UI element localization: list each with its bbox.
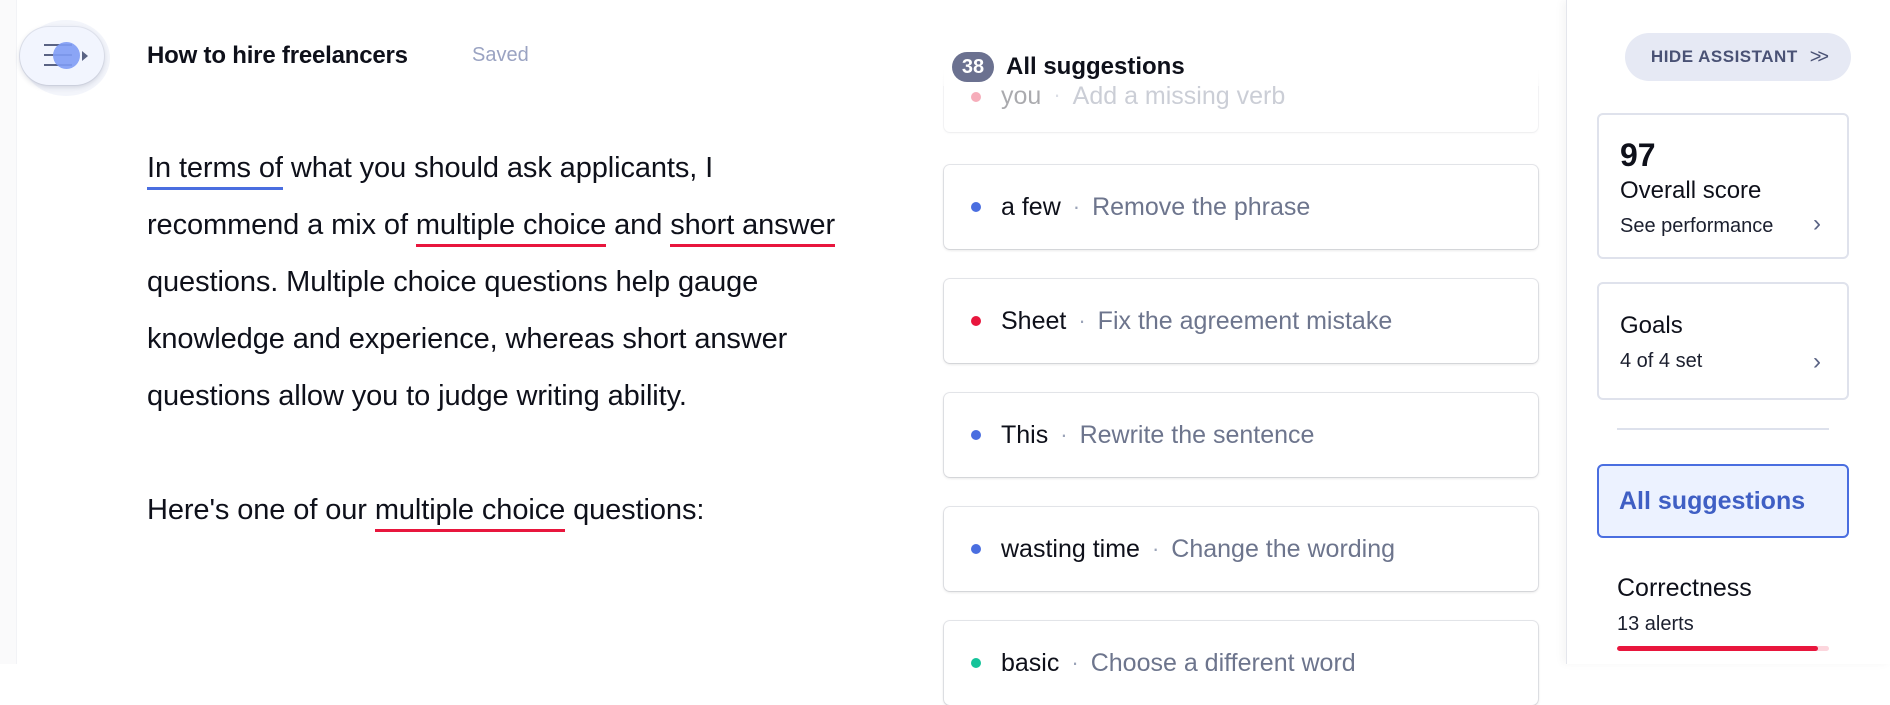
chevron-right-icon: › xyxy=(1813,210,1821,237)
suggestion-list: you · Add a missing verb a few · Remove the p… xyxy=(944,0,1540,705)
suggestion-type-dot-icon xyxy=(971,658,981,668)
suggestion-type-dot-icon xyxy=(971,430,981,440)
double-chevron-right-icon: >> xyxy=(1809,45,1829,68)
editor-paragraph[interactable]: In terms of what you should ask applican… xyxy=(147,140,867,425)
document-title[interactable]: How to hire freelancers xyxy=(147,42,408,70)
overall-score-card[interactable]: 97 Overall score See performance › xyxy=(1597,113,1849,259)
left-edge-strip xyxy=(0,0,17,664)
suggestion-word: This xyxy=(1001,420,1049,449)
suggestion-description: Add a missing verb xyxy=(1072,82,1286,110)
editor-text: questions: xyxy=(565,494,705,526)
suggestion-card[interactable]: This · Rewrite the sentence xyxy=(944,393,1538,477)
overall-score-value: 97 xyxy=(1620,137,1656,173)
suggestion-description: Change the wording xyxy=(1171,534,1396,563)
suggestion-description: Remove the phrase xyxy=(1092,192,1311,221)
suggestion-word: a few xyxy=(1001,192,1061,221)
assistant-sidebar: HIDE ASSISTANT >> 97 Overall score See p… xyxy=(1566,0,1890,664)
suggestion-word: basic xyxy=(1001,648,1060,677)
goals-label: Goals xyxy=(1620,312,1683,339)
suggestion-type-dot-icon xyxy=(971,316,981,326)
suggestion-card[interactable]: a few · Remove the phrase xyxy=(944,165,1538,249)
separator-dot: · xyxy=(1060,422,1068,447)
suggestion-word: wasting time xyxy=(1001,534,1140,563)
chevron-right-icon: › xyxy=(1813,348,1821,375)
editor-text-area[interactable]: In terms of what you should ask applican… xyxy=(147,140,867,539)
goals-card[interactable]: Goals 4 of 4 set › xyxy=(1597,282,1849,400)
sidebar-item-all-suggestions[interactable]: All suggestions xyxy=(1597,464,1849,538)
menu-arrow-icon xyxy=(82,51,88,61)
hide-assistant-label: HIDE ASSISTANT xyxy=(1650,47,1798,66)
separator-dot: · xyxy=(1078,308,1086,333)
suggestion-card[interactable]: wasting time · Change the wording xyxy=(944,507,1538,591)
overall-score-label: Overall score xyxy=(1620,177,1762,204)
separator-dot: · xyxy=(1072,194,1081,219)
see-performance-link[interactable]: See performance xyxy=(1620,215,1773,238)
hide-assistant-button[interactable]: HIDE ASSISTANT >> xyxy=(1625,33,1851,81)
menu-highlight-dot xyxy=(53,42,80,69)
correctness-highlight[interactable]: multiple choice xyxy=(374,494,565,532)
suggestion-word: Sheet xyxy=(1001,306,1067,335)
separator-dot: · xyxy=(1151,536,1160,561)
editor-text: questions. Multiple choice questions hel… xyxy=(147,266,788,412)
separator-dot: · xyxy=(1071,650,1079,675)
correctness-progress-fill xyxy=(1617,646,1819,651)
suggestions-header: 38 All suggestions xyxy=(952,52,1185,82)
suggestion-type-dot-icon xyxy=(971,202,981,212)
correctness-alert-count: 13 alerts xyxy=(1617,613,1694,635)
save-status: Saved xyxy=(472,44,529,66)
correctness-highlight[interactable]: multiple choice xyxy=(415,209,606,247)
sidebar-item-correctness[interactable]: Correctness xyxy=(1617,574,1752,603)
suggestion-card[interactable]: Sheet · Fix the agreement mistake xyxy=(944,279,1538,363)
suggestions-count-badge: 38 xyxy=(952,52,994,82)
correctness-progress-bar xyxy=(1617,646,1829,651)
suggestions-title: All suggestions xyxy=(1006,53,1185,80)
clarity-highlight[interactable]: In terms of xyxy=(147,152,283,190)
goals-status: 4 of 4 set xyxy=(1620,350,1703,372)
editor-text: and xyxy=(606,209,671,241)
correctness-highlight[interactable]: short answer xyxy=(670,209,835,247)
editor-paragraph[interactable]: Here's one of our multiple choice questi… xyxy=(147,482,867,539)
editor-text: Here's one of our xyxy=(147,494,375,526)
suggestion-type-dot-icon xyxy=(971,544,981,554)
suggestion-description: Fix the agreement mistake xyxy=(1097,306,1393,335)
sidebar-divider xyxy=(1617,428,1829,430)
suggestion-type-dot-icon xyxy=(971,92,981,102)
suggestion-description: Rewrite the sentence xyxy=(1079,420,1315,449)
suggestion-card[interactable]: basic · Choose a different word xyxy=(944,621,1538,705)
menu-button[interactable] xyxy=(20,27,104,85)
suggestion-description: Choose a different word xyxy=(1090,648,1356,677)
suggestion-word: you xyxy=(1001,82,1042,110)
